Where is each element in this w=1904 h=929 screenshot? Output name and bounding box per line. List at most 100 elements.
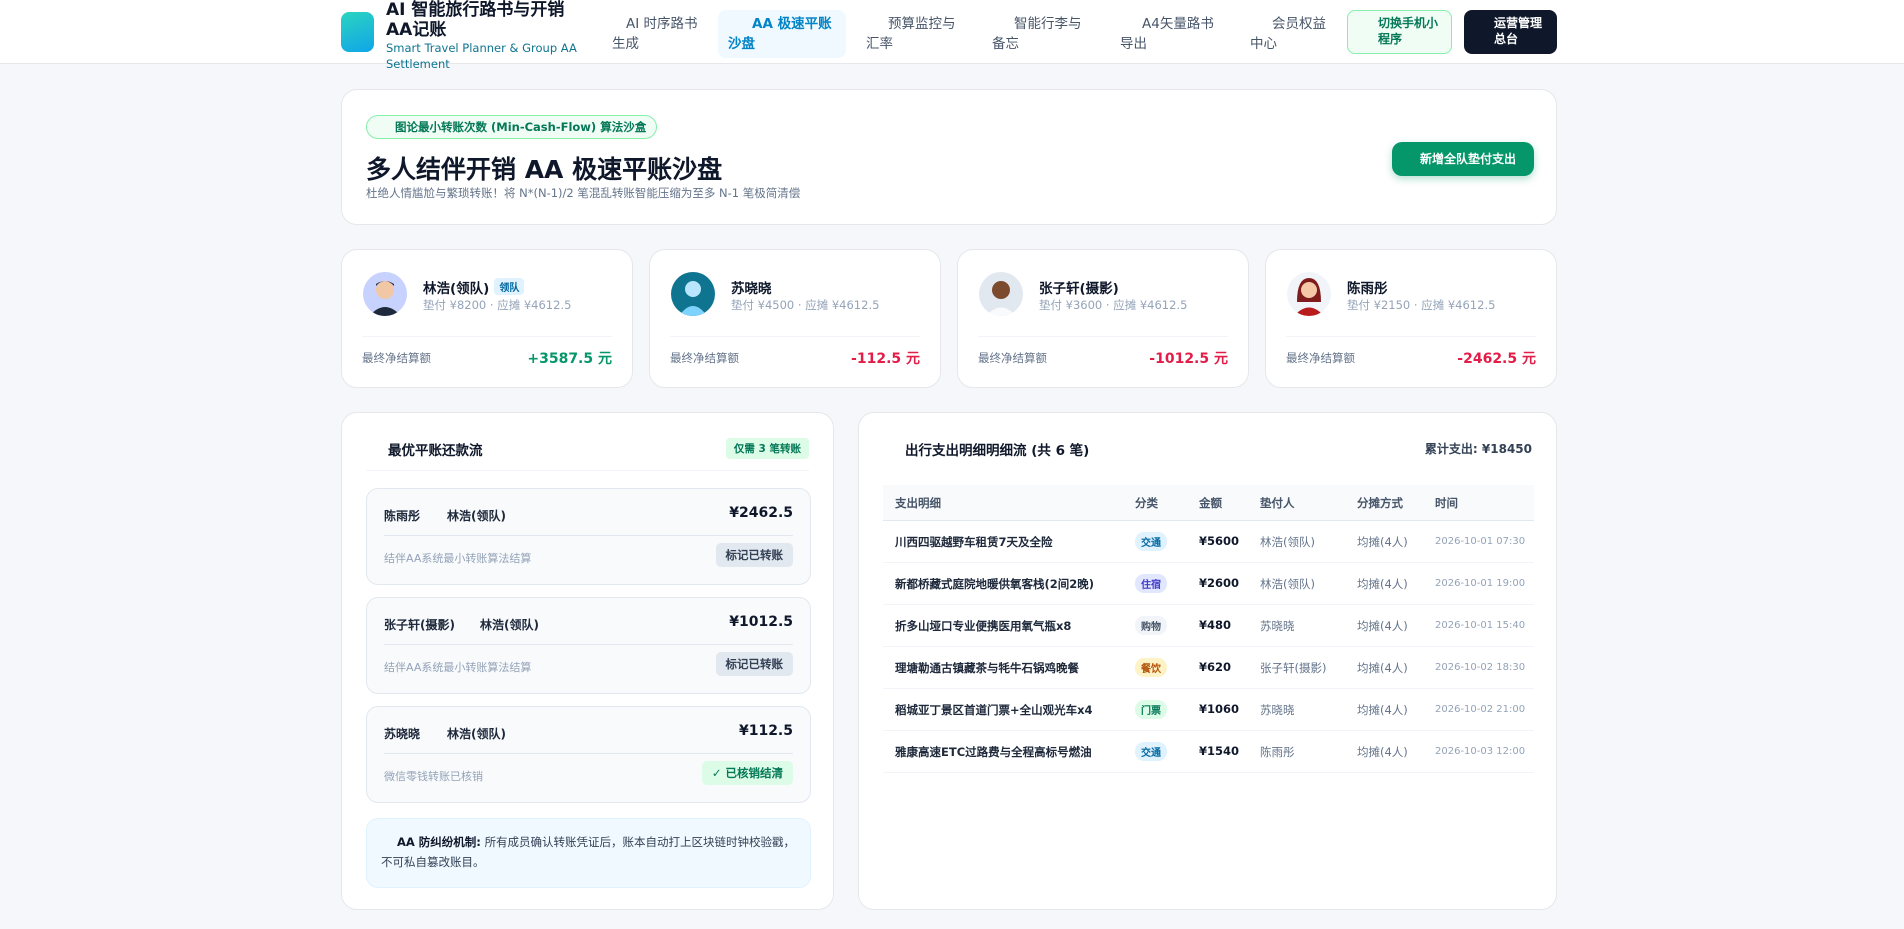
transfer-from: 陈雨彤 [384, 509, 421, 523]
divider [384, 644, 793, 645]
expense-desc: 川西四驱越野车租赁7天及全险 [895, 535, 1053, 549]
expense-split: 均摊(4人) [1357, 577, 1408, 591]
nav-label: 预算监控与汇率 [866, 16, 956, 52]
transfer-card: 陈雨彤 林浩(领队) ¥2462.5 结伴AA系统最小转账算法结算 标记已转账 [366, 488, 811, 585]
settled-status-button[interactable]: ✓ 已核销结清 [701, 761, 793, 785]
nav-luggage-memo[interactable]: 智能行李与备忘 [982, 10, 1100, 58]
transfer-card: 张子轩(摄影) 林浩(领队) ¥1012.5 结伴AA系统最小转账算法结算 标记… [366, 597, 811, 694]
notice-label: AA 防纠纷机制: [397, 835, 481, 849]
transfer-note: 结伴AA系统最小转账算法结算 [384, 661, 532, 674]
table-row[interactable]: 雅康高速ETC过路费与全程高标号燃油 ¥1540 陈雨彤 均摊(4人) 2026-10-… [883, 731, 1534, 773]
expense-time: 2026-10-01 15:40 [1435, 620, 1526, 631]
transfer-note: 结伴AA系统最小转账算法结算 [384, 552, 532, 565]
transfer-amount: ¥2462.5 [729, 505, 793, 521]
table-row[interactable]: 理塘勒通古镇藏茶与牦牛石锅鸡晚餐 ¥620 张子轩(摄影) 均摊(4人) 2026-10… [883, 647, 1534, 689]
avatar [363, 272, 407, 316]
transfer-note: 微信零钱转账已核销 [384, 770, 483, 783]
final-amount: -1012.5 元 [1149, 351, 1228, 367]
settlement-title: 最优平账还款流 [388, 443, 483, 459]
switch-miniprogram-button[interactable]: 切换手机小程序 [1347, 10, 1452, 54]
table-row[interactable]: 折多山垭口专业便携医用氧气瓶x8 ¥480 苏晓晓 均摊(4人) 2026-10-01 … [883, 605, 1534, 647]
table-row[interactable]: 稻城亚丁景区首道门票+全山观光车x4 ¥1060 苏晓晓 均摊(4人) 2026-10-… [883, 689, 1534, 731]
nav-a4-export[interactable]: A4矢量路书导出 [1110, 10, 1228, 58]
expense-split: 均摊(4人) [1357, 661, 1408, 675]
category-badge: 购物 [1135, 616, 1167, 635]
col-payer: 垫付人 [1260, 496, 1295, 510]
table-header: 支出明细 分类 金额 垫付人 分摊方式 时间 [883, 485, 1534, 521]
avatar [979, 272, 1023, 316]
mark-transferred-button[interactable]: 标记已转账 [715, 543, 793, 567]
transfer-from: 苏晓晓 [384, 727, 421, 741]
mark-transferred-button[interactable]: 标记已转账 [715, 652, 793, 676]
member-name: 陈雨彤 [1347, 281, 1388, 297]
expense-panel: 出行支出明细明细流 (共 6 笔) 累计支出: ¥18450 支出明细 分类 金… [858, 412, 1557, 910]
avatar [1287, 272, 1331, 316]
app-logo[interactable] [341, 12, 374, 52]
expense-split: 均摊(4人) [1357, 703, 1408, 717]
category-badge: 交通 [1135, 742, 1167, 761]
algorithm-tag: 图论最小转账次数 (Min-Cash-Flow) 算法沙盒 [366, 115, 658, 139]
add-expense-button[interactable]: 新增全队垫付支出 [1392, 142, 1534, 176]
member-name: 张子轩(摄影) [1039, 281, 1119, 297]
expense-amount: ¥480 [1199, 618, 1232, 632]
expense-time: 2026-10-01 07:30 [1435, 536, 1526, 547]
expense-desc: 稻城亚丁景区首道门票+全山观光车x4 [895, 703, 1093, 717]
transfer-to: 林浩(领队) [447, 727, 506, 741]
expense-time: 2026-10-02 21:00 [1435, 704, 1526, 715]
expense-time: 2026-10-03 12:00 [1435, 746, 1526, 757]
expense-amount: ¥5600 [1199, 534, 1240, 548]
member-name-text: 林浩(领队) [423, 281, 490, 297]
member-card[interactable]: 苏晓晓 垫付 ¥4500 · 应摊 ¥4612.5 最终净结算额 -112.5 … [649, 249, 941, 388]
nav-label: AA 极速平账沙盘 [728, 16, 832, 52]
nav-label: 智能行李与备忘 [992, 16, 1082, 52]
member-card[interactable]: 陈雨彤 垫付 ¥2150 · 应摊 ¥4612.5 最终净结算额 -2462.5… [1265, 249, 1557, 388]
divider [978, 336, 1228, 337]
nav-ai-itinerary[interactable]: AI 时序路书生成 [602, 10, 712, 58]
page-title: 多人结伴开销 AA 极速平账沙盘 [366, 155, 723, 184]
expense-split: 均摊(4人) [1357, 745, 1408, 759]
expense-time: 2026-10-02 18:30 [1435, 662, 1526, 673]
expense-payer: 林浩(领队) [1260, 577, 1315, 591]
nav-member-center[interactable]: 会员权益中心 [1240, 10, 1340, 58]
expense-payer: 陈雨彤 [1260, 745, 1295, 759]
member-paid-share: 垫付 ¥2150 · 应摊 ¥4612.5 [1347, 298, 1496, 312]
nav-aa-settlement[interactable]: AA 极速平账沙盘 [718, 10, 846, 58]
table-row[interactable]: 新都桥藏式庭院地暖供氧客栈(2间2晚) ¥2600 林浩(领队) 均摊(4人) 2026… [883, 563, 1534, 605]
final-label: 最终净结算额 [362, 351, 431, 365]
final-amount: +3587.5 元 [527, 351, 612, 367]
transfer-to: 林浩(领队) [480, 618, 539, 632]
category-badge: 住宿 [1135, 574, 1167, 593]
expense-time: 2026-10-01 19:00 [1435, 578, 1526, 589]
nav-budget-monitor[interactable]: 预算监控与汇率 [856, 10, 974, 58]
expense-amount: ¥2600 [1199, 576, 1240, 590]
brand-title: AI 智能旅行路书与开销AA记账 [386, 0, 565, 40]
divider [366, 470, 809, 471]
member-card[interactable]: 张子轩(摄影) 垫付 ¥3600 · 应摊 ¥4612.5 最终净结算额 -10… [957, 249, 1249, 388]
divider [362, 336, 612, 337]
expense-desc: 理塘勒通古镇藏茶与牦牛石锅鸡晚餐 [895, 661, 1079, 675]
expense-desc: 折多山垭口专业便携医用氧气瓶x8 [895, 619, 1072, 633]
anti-dispute-notice: AA 防纠纷机制: 所有成员确认转账凭证后，账本自动打上区块链时钟校验戳，不可私… [366, 818, 811, 888]
expense-payer: 张子轩(摄影) [1260, 661, 1327, 675]
member-name: 林浩(领队) 领队 [423, 277, 525, 297]
final-label: 最终净结算额 [670, 351, 739, 365]
expense-amount: ¥620 [1199, 660, 1232, 674]
table-row[interactable]: 川西四驱越野车租赁7天及全险 ¥5600 林浩(领队) 均摊(4人) 2026-10-0… [883, 521, 1534, 563]
expense-desc: 雅康高速ETC过路费与全程高标号燃油 [895, 745, 1092, 759]
col-time: 时间 [1435, 496, 1458, 510]
category-badge: 交通 [1135, 532, 1167, 551]
divider [384, 535, 793, 536]
member-card[interactable]: 林浩(领队) 领队 垫付 ¥8200 · 应摊 ¥4612.5 最终净结算额 +3… [341, 249, 633, 388]
col-split: 分摊方式 [1357, 496, 1403, 510]
final-label: 最终净结算额 [1286, 351, 1355, 365]
transfer-count-badge: 仅需 3 笔转账 [725, 438, 809, 459]
final-amount: -112.5 元 [851, 351, 920, 367]
final-amount: -2462.5 元 [1457, 351, 1536, 367]
transfer-amount: ¥1012.5 [729, 614, 793, 630]
expense-title: 出行支出明细明细流 (共 6 笔) [905, 443, 1090, 459]
divider [384, 753, 793, 754]
expense-total: 累计支出: ¥18450 [1424, 442, 1532, 456]
nav-label: A4矢量路书导出 [1120, 16, 1214, 52]
admin-console-button[interactable]: 运营管理总台 [1464, 10, 1557, 54]
transfer-from: 张子轩(摄影) [384, 618, 455, 632]
